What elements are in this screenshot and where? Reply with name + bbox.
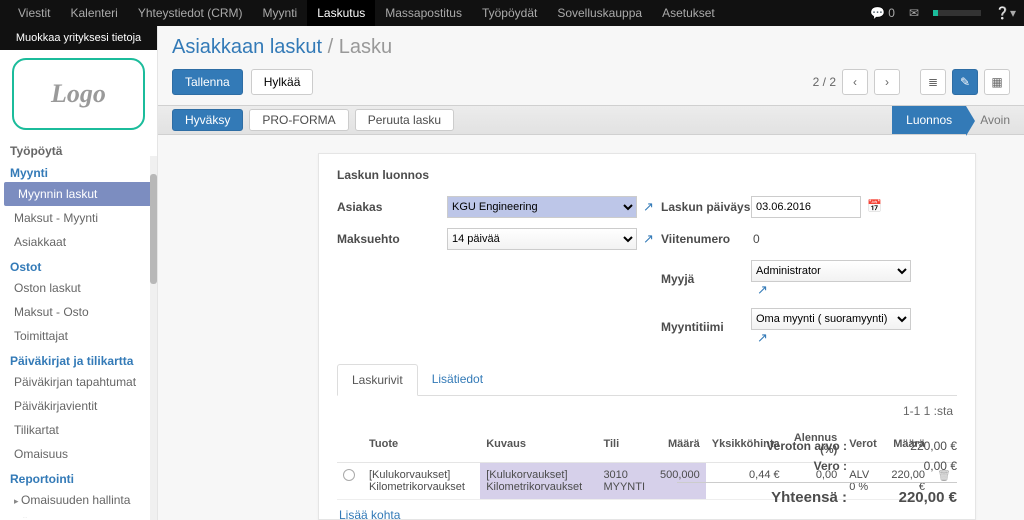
sidebar-item[interactable]: Asiakkaat [0,230,157,254]
tab-lines[interactable]: Laskurivit [337,364,418,396]
cancel-invoice-button[interactable]: Peruuta lasku [355,109,454,131]
cell-account[interactable]: 3010 MYYNTI [597,463,654,500]
view-form-button[interactable]: ✎ [952,69,978,95]
seller-external-icon[interactable]: ↗ [757,282,768,297]
seller-label: Myyjä [661,272,751,286]
sidebar-scrollbar[interactable] [150,156,157,520]
topnav-item[interactable]: Työpöydät [472,0,547,26]
form-title: Laskun luonnos [337,168,957,182]
proforma-button[interactable]: PRO-FORMA [249,109,348,131]
col-desc: Kuvaus [480,426,597,463]
sidebar-item[interactable]: Omaisuuden hallinta [0,488,157,512]
pager: 2 / 2 ‹ › ≣ ✎ ▦ [813,69,1010,95]
customer-select[interactable]: KGU Engineering [447,196,637,218]
totals: Veroton arvo : 220,00 € Vero : 0,00 € Yhte… [677,436,957,509]
side-heading[interactable]: Reportointi [0,466,157,488]
side-heading[interactable]: Työpöytä [0,138,157,160]
view-list-button[interactable]: ≣ [920,69,946,95]
invoice-form: Laskun luonnos Asiakas KGU Engineering ↗… [318,153,976,520]
ref-label: Viitenumero [661,232,751,246]
sidebar-item[interactable]: Oston laskut [0,276,157,300]
cell-product[interactable]: [Kulukorvaukset] Kilometrikorvaukset [363,463,480,500]
sidebar-item[interactable]: Päiväkirjavientit [0,394,157,418]
customer-label: Asiakas [337,200,447,214]
row-radio[interactable] [343,469,355,481]
tab-extra[interactable]: Lisätiedot [418,364,497,395]
save-button[interactable]: Tallenna [172,69,243,95]
col-account: Tili [597,426,654,463]
side-menu: TyöpöytäMyyntiMyynnin laskutMaksut - Myy… [0,138,157,518]
sidebar-item[interactable]: Päiväkirjan tapahtumat [0,370,157,394]
company-logo[interactable]: Logo [12,58,145,130]
topnav-item[interactable]: Laskutus [307,0,375,26]
total-label: Yhteensä : [677,489,847,506]
topnav-item[interactable]: Massapostitus [375,0,472,26]
customer-external-icon[interactable]: ↗ [643,199,661,215]
discard-button[interactable]: Hylkää [251,69,314,95]
ref-value: 0 [751,232,911,246]
tax-value: 0,00 € [867,459,957,473]
untaxed-value: 220,00 € [867,439,957,453]
view-kanban-button[interactable]: ▦ [984,69,1010,95]
side-heading[interactable]: Päiväkirjat ja tilikartta [0,348,157,370]
total-value: 220,00 € [867,489,957,506]
tax-label: Vero : [677,459,847,473]
sidebar-item[interactable]: Tilikartat [0,418,157,442]
breadcrumb-current: Lasku [339,36,392,58]
sidebar-item[interactable]: Myynnin laskut [4,182,153,206]
topnav-item[interactable]: Myynti [253,0,308,26]
sidebar-item[interactable]: Maksut - Osto [0,300,157,324]
row-count: 1-1 1 :sta [337,396,957,426]
progress-bar [933,10,981,16]
sidebar-item[interactable]: Älykkäät yhteenvedot [0,512,157,518]
help-icon[interactable]: ❔▾ [995,6,1016,20]
terms-select[interactable]: 14 päivää [447,228,637,250]
col-product: Tuote [363,426,480,463]
team-select[interactable]: Oma myynti ( suoramyynti) [751,308,911,330]
sidebar: Muokkaa yrityksesi tietoja Logo Työpöytä… [0,26,158,520]
team-external-icon[interactable]: ↗ [757,330,768,345]
topnav-item[interactable]: Asetukset [652,0,725,26]
sidebar-item[interactable]: Toimittajat [0,324,157,348]
breadcrumb-parent[interactable]: Asiakkaan laskut [172,36,322,58]
line-tabs: Laskurivit Lisätiedot [337,364,957,396]
topnav-item[interactable]: Sovelluskauppa [547,0,652,26]
mail-icon[interactable]: ✉ [909,6,919,20]
breadcrumb: Asiakkaan laskut / Lasku [158,26,1024,69]
cell-desc[interactable]: [Kulukorvaukset] Kilometrikorvaukset [480,463,597,500]
terms-external-icon[interactable]: ↗ [643,231,661,247]
side-heading[interactable]: Myynti [0,160,157,182]
topnav-item[interactable]: Yhteystiedot (CRM) [128,0,253,26]
pager-next-button[interactable]: › [874,69,900,95]
seller-select[interactable]: Administrator [751,260,911,282]
calendar-icon[interactable]: 📅 [867,199,882,213]
sidebar-item[interactable]: Maksut - Myynti [0,206,157,230]
stage-open[interactable]: Avoin [966,106,1024,134]
topbar: ViestitKalenteriYhteystiedot (CRM)Myynti… [0,0,1024,26]
chat-icon[interactable]: 💬 0 [870,6,895,20]
edit-company-link[interactable]: Muokkaa yrityksesi tietoja [0,26,157,50]
topbar-right: 💬 0 ✉ ❔▾ [870,6,1016,20]
statusbar: Hyväksy PRO-FORMA Peruuta lasku Luonnos … [158,105,1024,135]
pager-prev-button[interactable]: ‹ [842,69,868,95]
sidebar-item[interactable]: Omaisuus [0,442,157,466]
untaxed-label: Veroton arvo : [677,439,847,453]
pager-count: 2 / 2 [813,75,836,89]
date-input[interactable] [751,196,861,218]
topnav-item[interactable]: Kalenteri [60,0,127,26]
top-nav: ViestitKalenteriYhteystiedot (CRM)Myynti… [8,0,725,26]
date-label: Laskun päiväys [661,200,751,214]
team-label: Myyntitiimi [661,320,751,334]
terms-label: Maksuehto [337,232,447,246]
stage-draft[interactable]: Luonnos [892,106,966,134]
side-heading[interactable]: Ostot [0,254,157,276]
main-area: Asiakkaan laskut / Lasku Tallenna Hylkää… [158,26,1024,520]
approve-button[interactable]: Hyväksy [172,109,243,131]
toolbar: Tallenna Hylkää 2 / 2 ‹ › ≣ ✎ ▦ [158,69,1024,105]
topnav-item[interactable]: Viestit [8,0,60,26]
